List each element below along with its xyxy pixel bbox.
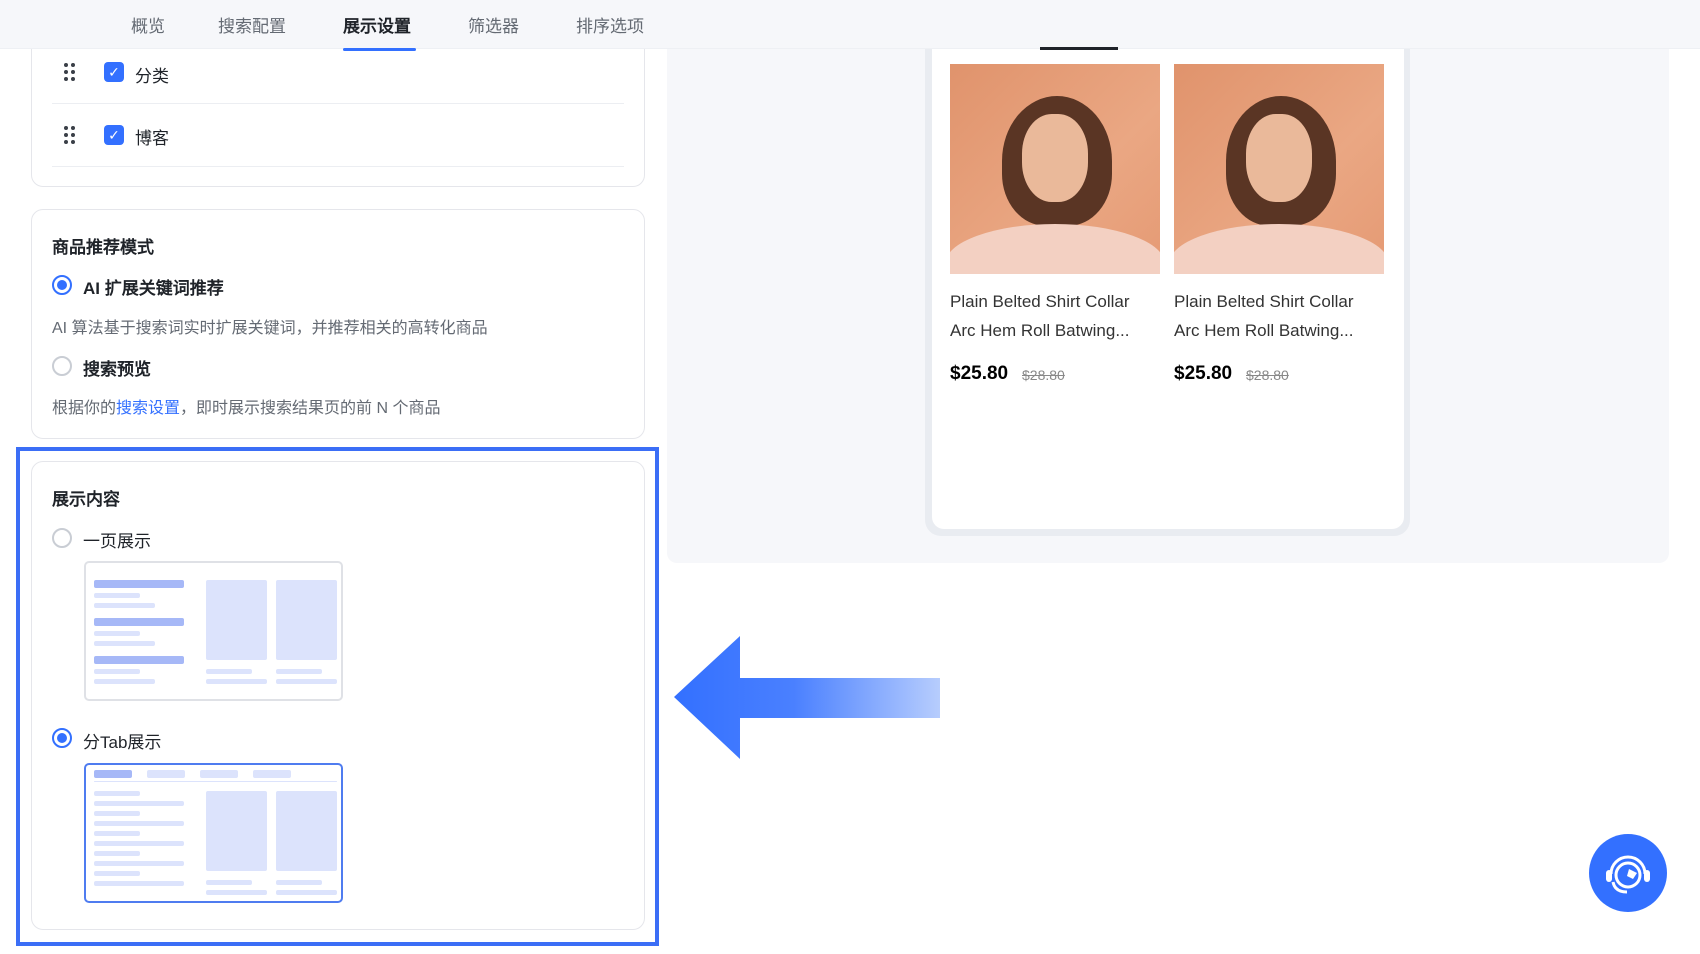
tab-search-config[interactable]: 搜索配置 — [218, 12, 286, 37]
divider — [52, 166, 624, 167]
product-original-price: $28.80 — [1246, 367, 1289, 383]
single-page-label[interactable]: 一页展示 — [83, 527, 151, 552]
customer-support-button[interactable] — [1589, 834, 1667, 912]
product-title-line: Arc Hem Roll Batwing... — [1174, 321, 1354, 340]
tab-filters[interactable]: 筛选器 — [468, 12, 519, 37]
checkbox-blog[interactable]: ✓ — [104, 125, 124, 145]
tab-display-settings[interactable]: 展示设置 — [343, 12, 411, 37]
product-image[interactable] — [1174, 64, 1384, 274]
ai-recommend-desc: AI 算法基于搜索词实时扩展关键词，并推荐相关的高转化商品 — [52, 320, 488, 337]
product-title-line: Arc Hem Roll Batwing... — [950, 321, 1130, 340]
desc-text: ，即时展示搜索结果页的前 N 个商品 — [180, 400, 441, 417]
radio-single-page[interactable] — [52, 528, 72, 548]
category-label: 分类 — [135, 67, 169, 86]
divider — [52, 103, 624, 104]
preview-active-tab-indicator — [1040, 47, 1118, 50]
blog-label: 博客 — [135, 129, 169, 148]
headset-icon — [1606, 855, 1650, 894]
radio-tab-display[interactable] — [52, 728, 72, 748]
radio-ai-recommend[interactable] — [52, 275, 72, 295]
checkbox-category[interactable]: ✓ — [104, 62, 124, 82]
left-arrow-icon — [674, 636, 940, 759]
tab-display-thumbnail[interactable] — [84, 763, 343, 903]
product-image[interactable] — [950, 64, 1160, 274]
tab-display-label[interactable]: 分Tab展示 — [83, 728, 161, 753]
product-title[interactable]: Plain Belted Shirt Collar Arc Hem Roll Ba… — [1174, 287, 1374, 345]
top-tab-bar: 概览 搜索配置 展示设置 筛选器 排序选项 — [0, 0, 1700, 49]
desc-text: 根据你的 — [52, 400, 117, 417]
search-preview-desc: 根据你的搜索设置，即时展示搜索结果页的前 N 个商品 — [52, 394, 440, 418]
tab-overview[interactable]: 概览 — [131, 12, 165, 37]
product-title-line: Plain Belted Shirt Collar — [950, 292, 1130, 311]
search-preview-label[interactable]: 搜索预览 — [83, 355, 151, 380]
drag-handle-icon[interactable] — [64, 63, 76, 81]
ai-recommend-label[interactable]: AI 扩展关键词推荐 — [83, 274, 224, 299]
product-title-line: Plain Belted Shirt Collar — [1174, 292, 1354, 311]
search-settings-link[interactable]: 搜索设置 — [116, 400, 180, 417]
product-original-price: $28.80 — [1022, 367, 1065, 383]
product-title[interactable]: Plain Belted Shirt Collar Arc Hem Roll Ba… — [950, 287, 1150, 345]
recommend-mode-title: 商品推荐模式 — [52, 238, 154, 257]
single-page-thumbnail[interactable] — [84, 561, 343, 701]
product-price: $25.80 — [1174, 363, 1233, 384]
tab-sort-options[interactable]: 排序选项 — [576, 12, 644, 37]
radio-search-preview[interactable] — [52, 356, 72, 376]
product-price: $25.80 — [950, 363, 1009, 384]
active-tab-indicator — [343, 48, 416, 51]
drag-handle-icon[interactable] — [64, 126, 76, 144]
display-content-title: 展示内容 — [52, 490, 120, 509]
